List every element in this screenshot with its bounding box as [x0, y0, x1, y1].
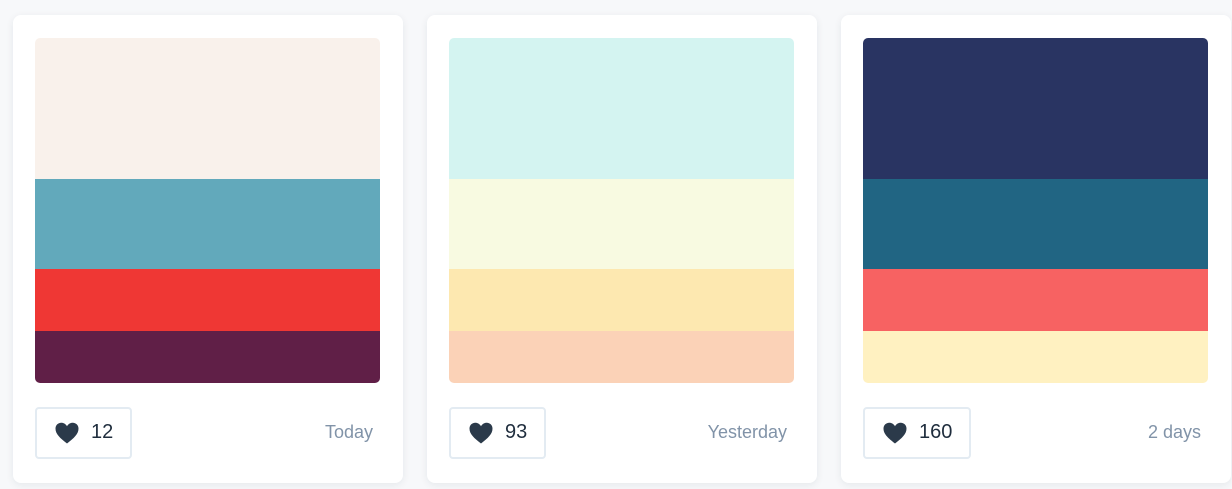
color-swatch-3[interactable]	[35, 269, 380, 331]
palette-footer: 12 Today	[35, 405, 381, 460]
palette-card: 93 Yesterday	[427, 15, 817, 483]
palette-grid: 12 Today 93 Yesterday 160 2 days	[13, 15, 1231, 483]
color-swatch-3[interactable]	[863, 269, 1208, 331]
heart-icon	[469, 422, 493, 444]
palette-card: 12 Today	[13, 15, 403, 483]
like-count: 160	[919, 421, 953, 443]
color-swatch-1[interactable]	[35, 38, 380, 179]
color-swatch-2[interactable]	[863, 179, 1208, 269]
palette-footer: 160 2 days	[863, 405, 1209, 460]
color-swatch-2[interactable]	[35, 179, 380, 269]
like-button[interactable]: 160	[863, 406, 972, 459]
heart-icon	[55, 422, 79, 444]
color-swatch-4[interactable]	[35, 331, 380, 383]
like-button[interactable]: 12	[35, 406, 133, 459]
color-swatch-3[interactable]	[449, 269, 794, 331]
date-label: Yesterday	[707, 422, 787, 442]
color-swatch-4[interactable]	[449, 331, 794, 383]
date-label: 2 days	[1147, 422, 1201, 442]
date-label: Today	[324, 422, 373, 442]
color-swatch-1[interactable]	[449, 38, 794, 179]
heart-icon	[883, 422, 907, 444]
color-swatch-2[interactable]	[449, 179, 794, 269]
like-count: 93	[505, 421, 528, 443]
like-button[interactable]: 93	[449, 406, 547, 459]
color-palette[interactable]	[449, 38, 794, 383]
like-count: 12	[91, 421, 114, 443]
palette-card: 160 2 days	[841, 15, 1231, 483]
color-palette[interactable]	[863, 38, 1208, 383]
color-swatch-1[interactable]	[863, 38, 1208, 179]
color-swatch-4[interactable]	[863, 331, 1208, 383]
color-palette[interactable]	[35, 38, 380, 383]
palette-footer: 93 Yesterday	[449, 405, 795, 460]
